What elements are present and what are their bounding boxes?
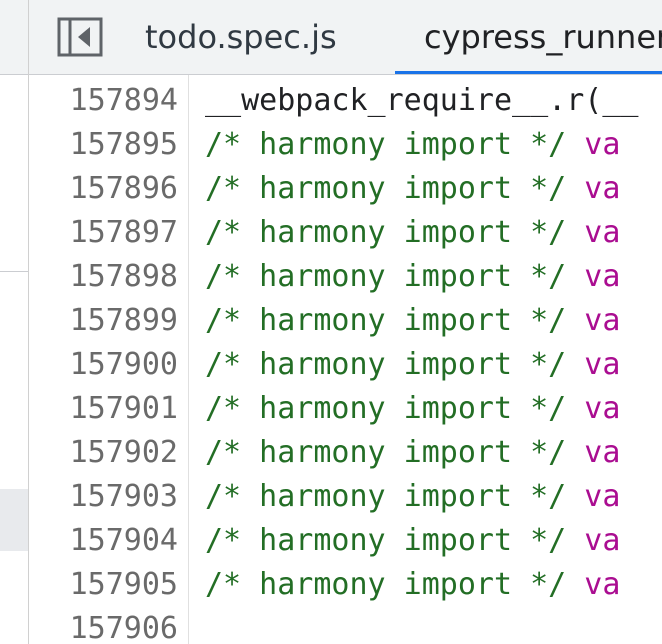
code-comment: /* harmony import */ bbox=[205, 127, 567, 162]
tab-cypress-runner[interactable]: cypress_runner bbox=[395, 0, 662, 74]
code-line: __webpack_require__.r(__ bbox=[205, 79, 638, 123]
tab-todo-spec[interactable]: todo.spec.js bbox=[145, 0, 337, 74]
line-number: 157895 bbox=[69, 127, 178, 162]
code-comment: /* harmony import */ bbox=[205, 259, 567, 294]
code-line: /* harmony import */ va bbox=[205, 167, 620, 211]
code-keyword: va bbox=[584, 435, 621, 470]
code-keyword: va bbox=[584, 259, 621, 294]
line-number: 157900 bbox=[69, 347, 178, 382]
line-number: 157902 bbox=[69, 435, 178, 470]
code-comment: /* harmony import */ bbox=[205, 171, 567, 206]
code-keyword: va bbox=[584, 391, 621, 426]
code-comment: /* harmony import */ bbox=[205, 215, 567, 250]
code-line: /* harmony import */ va bbox=[205, 563, 620, 607]
code-line: /* harmony import */ va bbox=[205, 519, 620, 563]
tab-label: cypress_runner bbox=[424, 18, 662, 56]
code-comment: /* harmony import */ bbox=[205, 303, 567, 338]
code-comment: /* harmony import */ bbox=[205, 479, 567, 514]
line-number: 157901 bbox=[69, 391, 178, 426]
line-number: 157899 bbox=[69, 303, 178, 338]
line-number: 157905 bbox=[69, 567, 178, 602]
navigator-selected-item[interactable] bbox=[0, 489, 28, 551]
code-comment: /* harmony import */ bbox=[205, 391, 567, 426]
code-line: /* harmony import */ va bbox=[205, 343, 620, 387]
code-line: /* harmony import */ va bbox=[205, 475, 620, 519]
line-number: 157898 bbox=[69, 259, 178, 294]
code-keyword: va bbox=[584, 523, 621, 558]
line-number: 157897 bbox=[69, 215, 178, 250]
code-comment: /* harmony import */ bbox=[205, 347, 567, 382]
line-number: 157906 bbox=[69, 611, 178, 644]
code-line: /* harmony import */ va bbox=[205, 387, 620, 431]
code-comment: /* harmony import */ bbox=[205, 523, 567, 558]
line-number-gutter: 157894 157895 157896 157897 157898 157899 1579… bbox=[29, 75, 189, 644]
code-text: __webpack_require__.r(__ bbox=[205, 83, 639, 118]
code-editor[interactable]: 157894 157895 157896 157897 157898 157899 1579… bbox=[29, 75, 662, 644]
code-line: /* harmony import */ va bbox=[205, 211, 620, 255]
code-keyword: va bbox=[584, 303, 621, 338]
toggle-navigator-button[interactable] bbox=[57, 17, 103, 57]
active-tab-indicator bbox=[395, 71, 662, 74]
code-comment: /* harmony import */ bbox=[205, 567, 567, 602]
code-line: /* harmony import */ va bbox=[205, 431, 620, 475]
line-number: 157903 bbox=[69, 479, 178, 514]
line-number: 157894 bbox=[69, 83, 178, 118]
code-keyword: va bbox=[584, 171, 621, 206]
code-comment: /* harmony import */ bbox=[205, 435, 567, 470]
editor-tab-bar: todo.spec.js cypress_runner bbox=[29, 0, 662, 75]
navigator-panel-edge bbox=[0, 0, 29, 644]
code-keyword: va bbox=[584, 127, 621, 162]
code-line: /* harmony import */ va bbox=[205, 255, 620, 299]
line-number: 157896 bbox=[69, 171, 178, 206]
code-keyword: va bbox=[584, 347, 621, 382]
code-keyword: va bbox=[584, 479, 621, 514]
code-line: /* harmony import */ va bbox=[205, 123, 620, 167]
navigator-header bbox=[0, 0, 28, 75]
code-line: /* harmony import */ va bbox=[205, 299, 620, 343]
line-number: 157904 bbox=[69, 523, 178, 558]
tab-label: todo.spec.js bbox=[145, 18, 337, 56]
navigator-divider bbox=[0, 271, 28, 272]
code-keyword: va bbox=[584, 215, 621, 250]
code-keyword: va bbox=[584, 567, 621, 602]
sidebar-toggle-icon bbox=[57, 17, 103, 57]
